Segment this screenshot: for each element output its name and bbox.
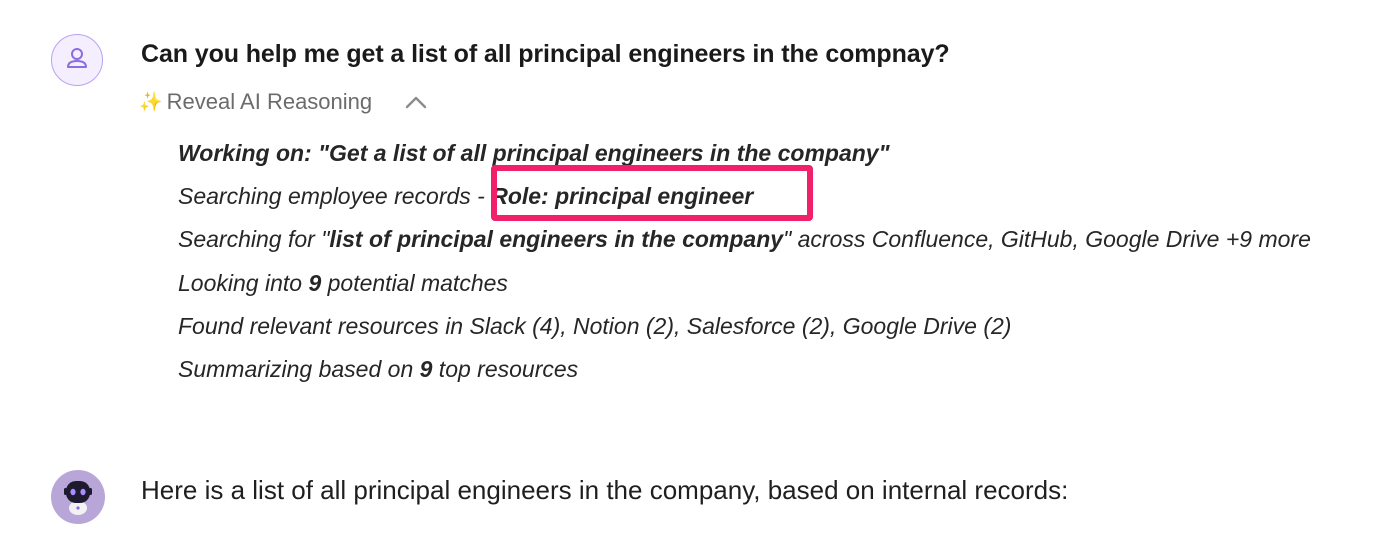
summarizing-count: 9 [419, 356, 433, 383]
reveal-ai-reasoning-label: Reveal AI Reasoning [166, 89, 373, 114]
chat-page: Can you help me get a list of all princi… [0, 0, 1388, 552]
matches-count: 9 [308, 269, 322, 296]
user-avatar [51, 34, 103, 86]
found-resources-text: Found relevant resources in Slack (4), N… [178, 312, 1012, 339]
search-records-text: Searching employee records - [178, 183, 492, 210]
search-records-role: Role: principal engineer [491, 183, 754, 210]
summarizing-prefix: Summarizing based on [178, 356, 420, 383]
bot-avatar-icon [51, 470, 105, 524]
reasoning-step-search-sources: Searching for "list of principal enginee… [178, 218, 1348, 261]
reveal-ai-reasoning-toggle[interactable]: ✨ Reveal AI Reasoning [139, 88, 428, 116]
reasoning-step-summarizing: Summarizing based on 9 top resources [178, 348, 1348, 391]
assistant-answer: Here is a list of all principal engineer… [141, 475, 1069, 505]
working-on-text: Working on: "Get a list of all principal… [178, 140, 890, 166]
reasoning-step-found: Found relevant resources in Slack (4), N… [178, 305, 1348, 348]
user-question: Can you help me get a list of all princi… [141, 40, 950, 68]
matches-prefix: Looking into [178, 269, 309, 296]
bot-avatar [51, 470, 105, 524]
chevron-up-icon[interactable] [404, 94, 428, 110]
search-sources-prefix: Searching for " [178, 226, 330, 253]
search-sources-suffix: " across Confluence, GitHub, Google Driv… [783, 226, 1311, 253]
matches-suffix: potential matches [321, 269, 508, 296]
reasoning-step-working-on: Working on: "Get a list of all principal… [178, 132, 1348, 175]
reasoning-step-search-records: Searching employee records - Role: princ… [178, 175, 1348, 218]
summarizing-suffix: top resources [432, 356, 579, 383]
reasoning-step-matches: Looking into 9 potential matches [178, 262, 1348, 305]
sparkle-icon: ✨ [139, 91, 163, 113]
user-icon [64, 45, 90, 76]
search-sources-query: list of principal engineers in the compa… [329, 226, 784, 253]
reasoning-steps: Working on: "Get a list of all principal… [178, 132, 1348, 391]
